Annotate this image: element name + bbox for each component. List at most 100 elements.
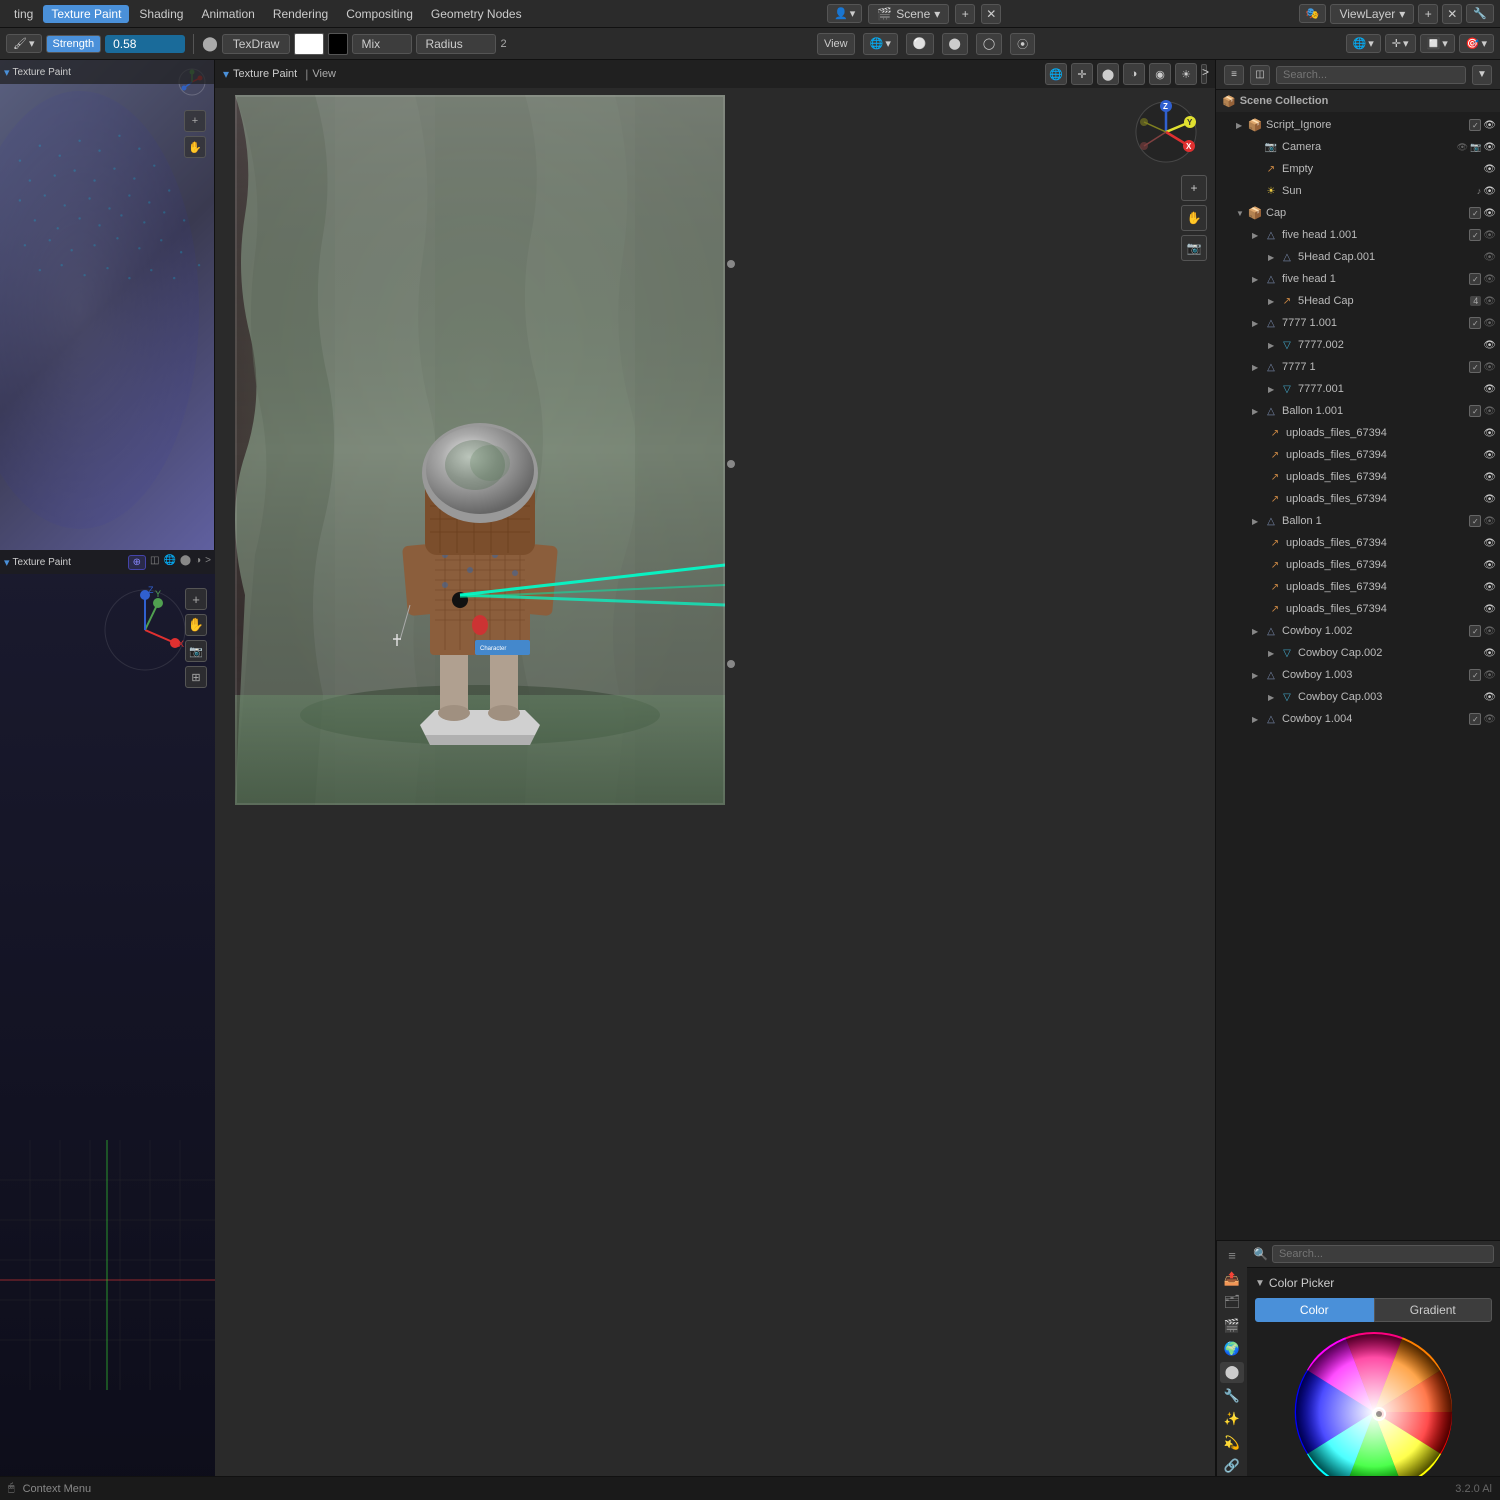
zoom-plus-btn[interactable]: + <box>184 110 206 132</box>
color-tab[interactable]: Color <box>1255 1298 1374 1322</box>
prop-render-icon[interactable]: ≡ <box>1220 1245 1244 1266</box>
menu-item-geometry-nodes[interactable]: Geometry Nodes <box>423 5 530 23</box>
outliner-item-cowboy-1003[interactable]: ▶ △ Cowboy 1.003 ✓ 👁 <box>1216 664 1500 686</box>
cowboy-1002-check[interactable]: ✓ <box>1469 625 1481 637</box>
5headcap001-eye[interactable]: 👁 <box>1483 252 1496 263</box>
proportional-btn[interactable]: 🎯 ▾ <box>1459 34 1494 53</box>
scene-add-btn[interactable]: + <box>955 4 975 24</box>
outliner-item-ballon-1[interactable]: ▶ △ Ballon 1 ✓ 👁 <box>1216 510 1500 532</box>
7777-002-eye[interactable]: 👁 <box>1483 340 1496 351</box>
vp-shading-material-btn[interactable]: ◑ <box>1123 63 1145 85</box>
viewport-overlay-btn[interactable]: 🌐 ▾ <box>863 33 898 55</box>
outliner-item-empty[interactable]: ↗ Empty 👁 <box>1216 158 1500 180</box>
main-camera-btn[interactable]: 📷 <box>1181 235 1207 261</box>
5headcap-eye[interactable]: 👁 <box>1483 296 1496 307</box>
7777-1-check[interactable]: ✓ <box>1469 361 1481 373</box>
b1-uploads-3-eye[interactable]: 👁 <box>1483 582 1496 593</box>
uploads-1-eye[interactable]: 👁 <box>1483 428 1496 439</box>
fivehead-1-check[interactable]: ✓ <box>1469 273 1481 285</box>
script-ignore-vis[interactable]: 👁 <box>1483 120 1496 131</box>
fivehead-1-eye[interactable]: 👁 <box>1483 274 1496 285</box>
outliner-item-uploads-1[interactable]: ↗ uploads_files_67394 👁 <box>1216 422 1500 444</box>
shading-btn[interactable]: ⚪ <box>906 33 934 55</box>
vp-shading-rendered-btn[interactable]: ◉ <box>1149 63 1171 85</box>
outliner-item-cowboycap-003[interactable]: ▶ ▽ Cowboy Cap.003 👁 <box>1216 686 1500 708</box>
outliner-item-ballon-1001[interactable]: ▶ △ Ballon 1.001 ✓ 👁 <box>1216 400 1500 422</box>
cowboycap-002-eye[interactable]: 👁 <box>1483 648 1496 659</box>
bl-camera-btn[interactable]: 📷 <box>185 640 207 662</box>
scene-selector[interactable]: 🎬 Scene ▾ <box>868 4 949 24</box>
outliner-item-b1-uploads-1[interactable]: ↗ uploads_files_67394 👁 <box>1216 532 1500 554</box>
gizmo-btn[interactable]: ✛ ▾ <box>1385 34 1416 53</box>
7777-1001-eye[interactable]: 👁 <box>1483 318 1496 329</box>
outliner-item-7777-001[interactable]: ▶ ▽ 7777.001 👁 <box>1216 378 1500 400</box>
properties-search-input[interactable] <box>1272 1245 1494 1263</box>
render-engine-btn[interactable]: 🎭 <box>1299 4 1327 23</box>
menu-item-rendering[interactable]: Rendering <box>265 5 336 23</box>
outliner-item-7777-1001[interactable]: ▶ △ 7777 1.001 ✓ 👁 <box>1216 312 1500 334</box>
mix-dropdown[interactable]: Mix <box>352 34 412 54</box>
outliner-item-cap[interactable]: ▼ 📦 Cap ✓ 👁 <box>1216 202 1500 224</box>
snap-btn[interactable]: 🔲 ▾ <box>1420 34 1455 53</box>
shading-render-btn[interactable]: ⦿ <box>1010 33 1035 55</box>
shading-mode-btn[interactable]: ⬤ <box>942 33 968 55</box>
outliner-item-7777-1[interactable]: ▶ △ 7777 1 ✓ 👁 <box>1216 356 1500 378</box>
view-menu-btn[interactable]: View <box>312 68 336 80</box>
camera-eye[interactable]: 👁 <box>1483 142 1496 153</box>
radius-btn[interactable]: Radius <box>416 34 496 54</box>
menu-item-ting[interactable]: ting <box>6 5 41 23</box>
outliner-item-sun[interactable]: ☀ Sun ♪ 👁 <box>1216 180 1500 202</box>
outliner-funnel-btn[interactable]: ▼ <box>1472 65 1492 85</box>
empty-eye[interactable]: 👁 <box>1483 164 1496 175</box>
menu-item-compositing[interactable]: Compositing <box>338 5 421 23</box>
topleft-header-icon[interactable]: ▾ <box>4 66 10 79</box>
outliner-filter-btn[interactable]: ≡ <box>1224 65 1244 85</box>
main-add-btn[interactable]: + <box>1181 175 1207 201</box>
bl-grid-btn[interactable]: ⊞ <box>185 666 207 688</box>
cowboy-1002-eye[interactable]: 👁 <box>1483 626 1496 637</box>
ballon-1-eye[interactable]: 👁 <box>1483 516 1496 527</box>
cowboy-1004-check[interactable]: ✓ <box>1469 713 1481 725</box>
strength-label-btn[interactable]: Strength <box>46 35 102 53</box>
texdraw-btn[interactable]: TexDraw <box>222 34 291 54</box>
vp-collapse-btn[interactable]: > <box>1201 64 1207 84</box>
menu-item-shading[interactable]: Shading <box>131 5 191 23</box>
vp-overlay-btn[interactable]: 🌐 <box>1045 63 1067 85</box>
ballon-1001-eye[interactable]: 👁 <box>1483 406 1496 417</box>
bl-shading-icon[interactable]: ◑ <box>195 555 201 570</box>
outliner-item-5headcap001[interactable]: ▶ △ 5Head Cap.001 👁 <box>1216 246 1500 268</box>
view-layer-selector[interactable]: ViewLayer ▾ <box>1330 4 1414 24</box>
uploads-2-eye[interactable]: 👁 <box>1483 450 1496 461</box>
render-viewport[interactable]: Character <box>235 95 725 805</box>
prop-particles-icon[interactable]: ✨ <box>1220 1409 1244 1430</box>
cowboy-1004-eye[interactable]: 👁 <box>1483 714 1496 725</box>
cowboy-1003-check[interactable]: ✓ <box>1469 669 1481 681</box>
outliner-item-uploads-2[interactable]: ↗ uploads_files_67394 👁 <box>1216 444 1500 466</box>
prop-physics-icon[interactable]: 💫 <box>1220 1432 1244 1453</box>
bottomleft-header-icon[interactable]: ▾ <box>4 556 10 569</box>
outliner-search-input[interactable] <box>1276 66 1466 84</box>
prop-world-icon[interactable]: 🌍 <box>1220 1338 1244 1359</box>
outliner-display-btn[interactable]: ◫ <box>1250 65 1270 85</box>
view-layer-settings-btn[interactable]: ✕ <box>1442 4 1462 24</box>
outliner-item-cowboycap-002[interactable]: ▶ ▽ Cowboy Cap.002 👁 <box>1216 642 1500 664</box>
ballon-1-check[interactable]: ✓ <box>1469 515 1481 527</box>
ballon-1001-check[interactable]: ✓ <box>1469 405 1481 417</box>
outliner-item-cowboy-1002[interactable]: ▶ △ Cowboy 1.002 ✓ 👁 <box>1216 620 1500 642</box>
b1-uploads-2-eye[interactable]: 👁 <box>1483 560 1496 571</box>
menu-item-animation[interactable]: Animation <box>193 5 262 23</box>
view-btn[interactable]: View <box>817 33 855 55</box>
view-layer-add-btn[interactable]: + <box>1418 4 1438 24</box>
cap-eye[interactable]: 👁 <box>1483 208 1496 219</box>
filter-btn[interactable]: 🔧 <box>1466 4 1494 23</box>
prop-object-icon[interactable]: ⬤ <box>1220 1362 1244 1383</box>
shading-wire-btn[interactable]: ◯ <box>976 33 1002 55</box>
main-viewport[interactable]: ▾ Texture Paint | View 🌐 ✛ ⬤ ◑ ◉ ☀ > <box>215 60 1215 1500</box>
bl-panel-icon[interactable]: ◫ <box>150 555 159 570</box>
uploads-3-eye[interactable]: 👁 <box>1483 472 1496 483</box>
color-wheel[interactable] <box>1294 1332 1454 1492</box>
7777-001-eye[interactable]: 👁 <box>1483 384 1496 395</box>
outliner-item-script-ignore[interactable]: ▶ 📦 Script_Ignore ✓ 👁 <box>1216 114 1500 136</box>
outliner-item-fivehead-1001[interactable]: ▶ △ five head 1.001 ✓ 👁 <box>1216 224 1500 246</box>
fivehead-1001-check[interactable]: ✓ <box>1469 229 1481 241</box>
